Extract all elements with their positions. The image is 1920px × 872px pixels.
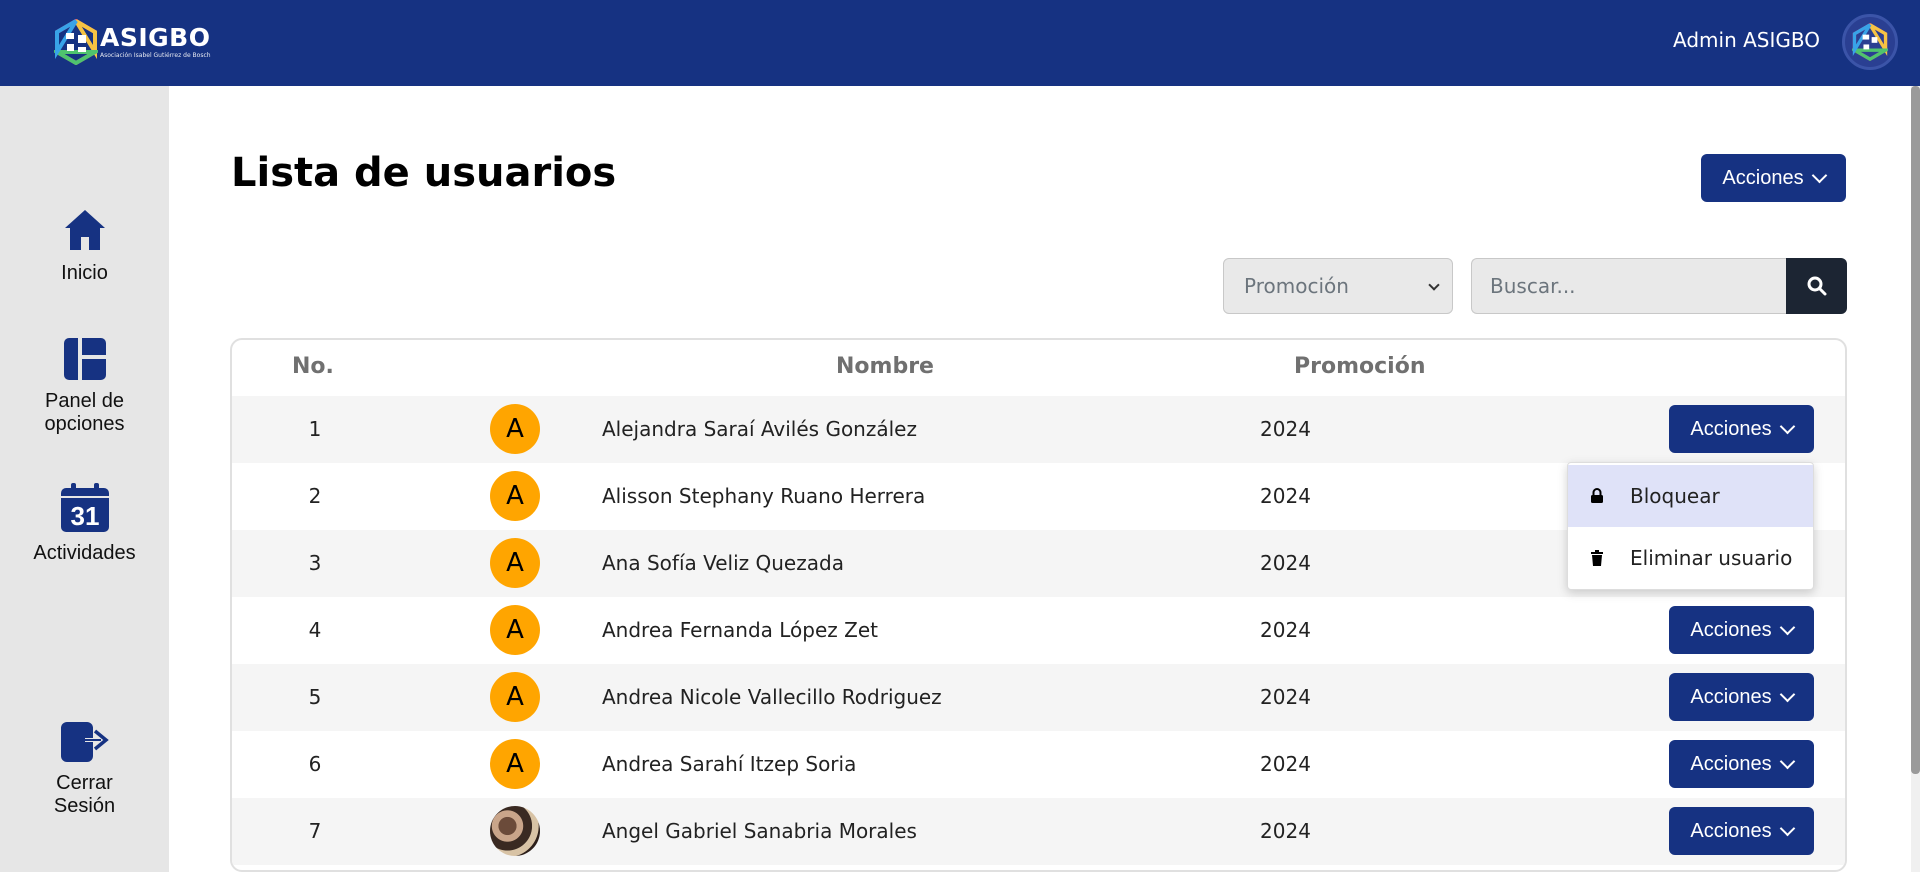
header-nombre: Nombre — [836, 354, 934, 379]
row-number: 7 — [308, 819, 322, 843]
acciones-label: Acciones — [1722, 166, 1804, 189]
row-acciones-button[interactable]: Acciones — [1669, 606, 1814, 654]
promocion-cell: 2024 — [1260, 417, 1311, 441]
sidebar-item-actividades[interactable]: 31 Actividades — [0, 482, 169, 565]
logout-icon — [60, 722, 109, 762]
home-icon — [64, 210, 105, 250]
chevron-down-icon — [1779, 619, 1795, 635]
promocion-cell: 2024 — [1260, 685, 1311, 709]
row-acciones-button[interactable]: Acciones — [1669, 405, 1814, 453]
sidebar-item-label: Panel de opciones — [44, 390, 125, 435]
user-avatar: A — [490, 538, 540, 588]
header-no: No. — [292, 354, 334, 379]
sidebar-item-inicio[interactable]: Inicio — [0, 206, 169, 285]
promocion-cell: 2024 — [1260, 484, 1311, 508]
user-name-cell: Ana Sofía Veliz Quezada — [602, 551, 844, 575]
logo-subtitle: Asociación Isabel Gutiérrez de Bosch — [100, 52, 211, 59]
promocion-select[interactable]: Promoción — [1223, 258, 1453, 314]
chevron-down-icon — [1779, 686, 1795, 702]
user-name-cell: Alejandra Saraí Avilés González — [602, 417, 917, 441]
user-name-cell: Alisson Stephany Ruano Herrera — [602, 484, 926, 508]
table-header: No. Nombre Promoción — [232, 340, 1845, 396]
logo-hexagon-icon — [49, 18, 103, 66]
chevron-down-icon — [1779, 820, 1795, 836]
search-icon — [1807, 276, 1826, 296]
user-name-cell: Andrea Nicole Vallecillo Rodriguez — [602, 685, 942, 709]
users-table: No. Nombre Promoción 1 A Alejandra Saraí A… — [230, 338, 1847, 872]
acciones-button[interactable]: Acciones — [1701, 154, 1846, 202]
trash-icon — [1591, 550, 1603, 566]
page-scrollbar[interactable] — [1911, 86, 1920, 872]
acciones-label: Acciones — [1690, 819, 1772, 842]
acciones-label: Acciones — [1690, 618, 1772, 641]
logo-title: ASIGBO — [100, 23, 211, 52]
promocion-cell: 2024 — [1260, 819, 1311, 843]
user-avatar: A — [490, 672, 540, 722]
avatar-logo-icon — [1852, 23, 1888, 61]
acciones-label: Acciones — [1690, 685, 1772, 708]
chevron-down-icon — [1779, 418, 1795, 434]
header-promocion: Promoción — [1294, 354, 1426, 379]
search-input[interactable] — [1471, 258, 1787, 314]
promocion-cell: 2024 — [1260, 752, 1311, 776]
page-title: Lista de usuarios — [231, 150, 617, 196]
scrollbar-thumb[interactable] — [1911, 86, 1920, 774]
table-row: 1 A Alejandra Saraí Avilés González 2024 Acc… — [232, 396, 1845, 463]
menu-item-eliminar-usuario[interactable]: Eliminar usuario — [1568, 527, 1813, 589]
table-row: 4 A Andrea Fernanda López Zet 2024 Acciones — [232, 597, 1845, 664]
chevron-down-icon — [1811, 167, 1827, 183]
row-number: 5 — [308, 685, 322, 709]
promocion-select-value: Promoción — [1244, 274, 1349, 298]
user-avatar: A — [490, 471, 540, 521]
promocion-cell: 2024 — [1260, 551, 1311, 575]
calendar-icon: 31 — [60, 483, 109, 532]
table-row: 6 A Andrea Sarahí Itzep Soria 2024 Acciones — [232, 731, 1845, 798]
user-name-cell: Andrea Sarahí Itzep Soria — [602, 752, 857, 776]
promocion-cell: 2024 — [1260, 618, 1311, 642]
table-row: 7 Angel Gabriel Sanabria Morales 2024 Accio… — [232, 798, 1845, 865]
menu-item-label: Bloquear — [1630, 484, 1720, 508]
acciones-label: Acciones — [1690, 417, 1772, 440]
user-avatar: A — [490, 404, 540, 454]
user-name-cell: Angel Gabriel Sanabria Morales — [602, 819, 917, 843]
row-acciones-button[interactable]: Acciones — [1669, 740, 1814, 788]
user-avatar — [490, 806, 540, 856]
user-name-cell: Andrea Fernanda López Zet — [602, 618, 878, 642]
svg-text:31: 31 — [70, 501, 99, 531]
user-avatar: A — [490, 739, 540, 789]
dashboard-icon — [63, 338, 106, 380]
lock-icon — [1591, 488, 1603, 503]
acciones-dropdown-menu: Bloquear Eliminar usuario — [1567, 462, 1814, 590]
row-acciones-button[interactable]: Acciones — [1669, 673, 1814, 721]
row-number: 4 — [308, 618, 322, 642]
user-avatar[interactable] — [1842, 14, 1898, 70]
row-number: 3 — [308, 551, 322, 575]
menu-item-bloquear[interactable]: Bloquear — [1568, 465, 1813, 527]
row-number: 6 — [308, 752, 322, 776]
user-name: Admin ASIGBO — [1673, 28, 1820, 52]
acciones-label: Acciones — [1690, 752, 1772, 775]
top-navbar: ASIGBO Asociación Isabel Gutiérrez de Bo… — [0, 0, 1920, 86]
sidebar: Inicio Panel de opciones 31 Actividades … — [0, 86, 169, 872]
sidebar-item-cerrar-sesion[interactable]: Cerrar Sesión — [0, 720, 169, 818]
sidebar-item-panel[interactable]: Panel de opciones — [0, 336, 169, 436]
sidebar-item-label: Inicio — [61, 262, 108, 284]
chevron-down-icon — [1779, 753, 1795, 769]
sidebar-item-label: Cerrar Sesión — [53, 772, 116, 817]
table-row: 5 A Andrea Nicole Vallecillo Rodriguez 2024… — [232, 664, 1845, 731]
row-number: 2 — [308, 484, 322, 508]
row-number: 1 — [308, 417, 322, 441]
row-acciones-button[interactable]: Acciones — [1669, 807, 1814, 855]
app-logo[interactable]: ASIGBO Asociación Isabel Gutiérrez de Bo… — [49, 18, 211, 66]
search-button[interactable] — [1786, 258, 1847, 314]
user-avatar: A — [490, 605, 540, 655]
menu-item-label: Eliminar usuario — [1630, 546, 1793, 570]
chevron-down-icon — [1428, 279, 1440, 291]
sidebar-item-label: Actividades — [33, 542, 136, 564]
